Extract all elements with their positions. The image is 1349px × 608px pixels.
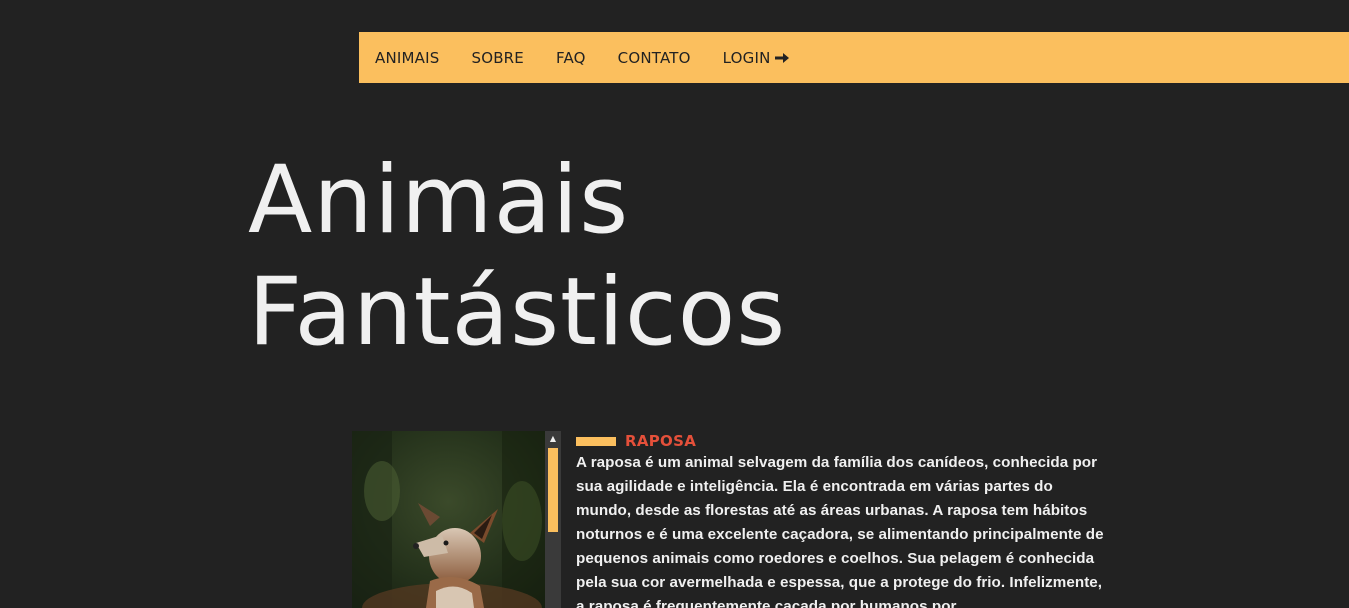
- arrow-right-icon-svg: [774, 52, 789, 63]
- menu-item-contato[interactable]: CONTATO: [618, 49, 691, 67]
- fox-image[interactable]: [352, 431, 545, 608]
- menu-item-animais[interactable]: ANIMAIS: [375, 49, 439, 67]
- fox-photo: [352, 431, 545, 608]
- animal-name: RAPOSA: [625, 432, 697, 450]
- menu-item-login[interactable]: LOGIN: [723, 49, 789, 67]
- page-title-line1: Animais: [248, 146, 630, 255]
- menu-item-sobre[interactable]: SOBRE: [471, 49, 524, 67]
- animal-description-text: A raposa é um animal selvagem da família…: [576, 454, 1104, 608]
- page-title: Animais Fantásticos: [248, 145, 786, 369]
- menu-item-faq[interactable]: FAQ: [556, 49, 586, 67]
- animals-list-scrollbar[interactable]: ▲: [545, 431, 561, 608]
- animal-description: RAPOSA A raposa é um animal selvagem da …: [576, 431, 1111, 608]
- main-menu: ANIMAIS SOBRE FAQ CONTATO LOGIN: [359, 32, 1349, 83]
- scroll-up-icon[interactable]: ▲: [545, 431, 561, 447]
- heading-accent-bar: [576, 436, 616, 446]
- arrow-right-icon: [774, 49, 789, 67]
- scrollbar-thumb[interactable]: [548, 448, 558, 532]
- animal-heading: RAPOSA: [576, 431, 1111, 451]
- page-title-line2: Fantásticos: [248, 258, 787, 367]
- menu-item-login-label: LOGIN: [722, 48, 771, 67]
- animals-list[interactable]: ▲: [352, 431, 561, 608]
